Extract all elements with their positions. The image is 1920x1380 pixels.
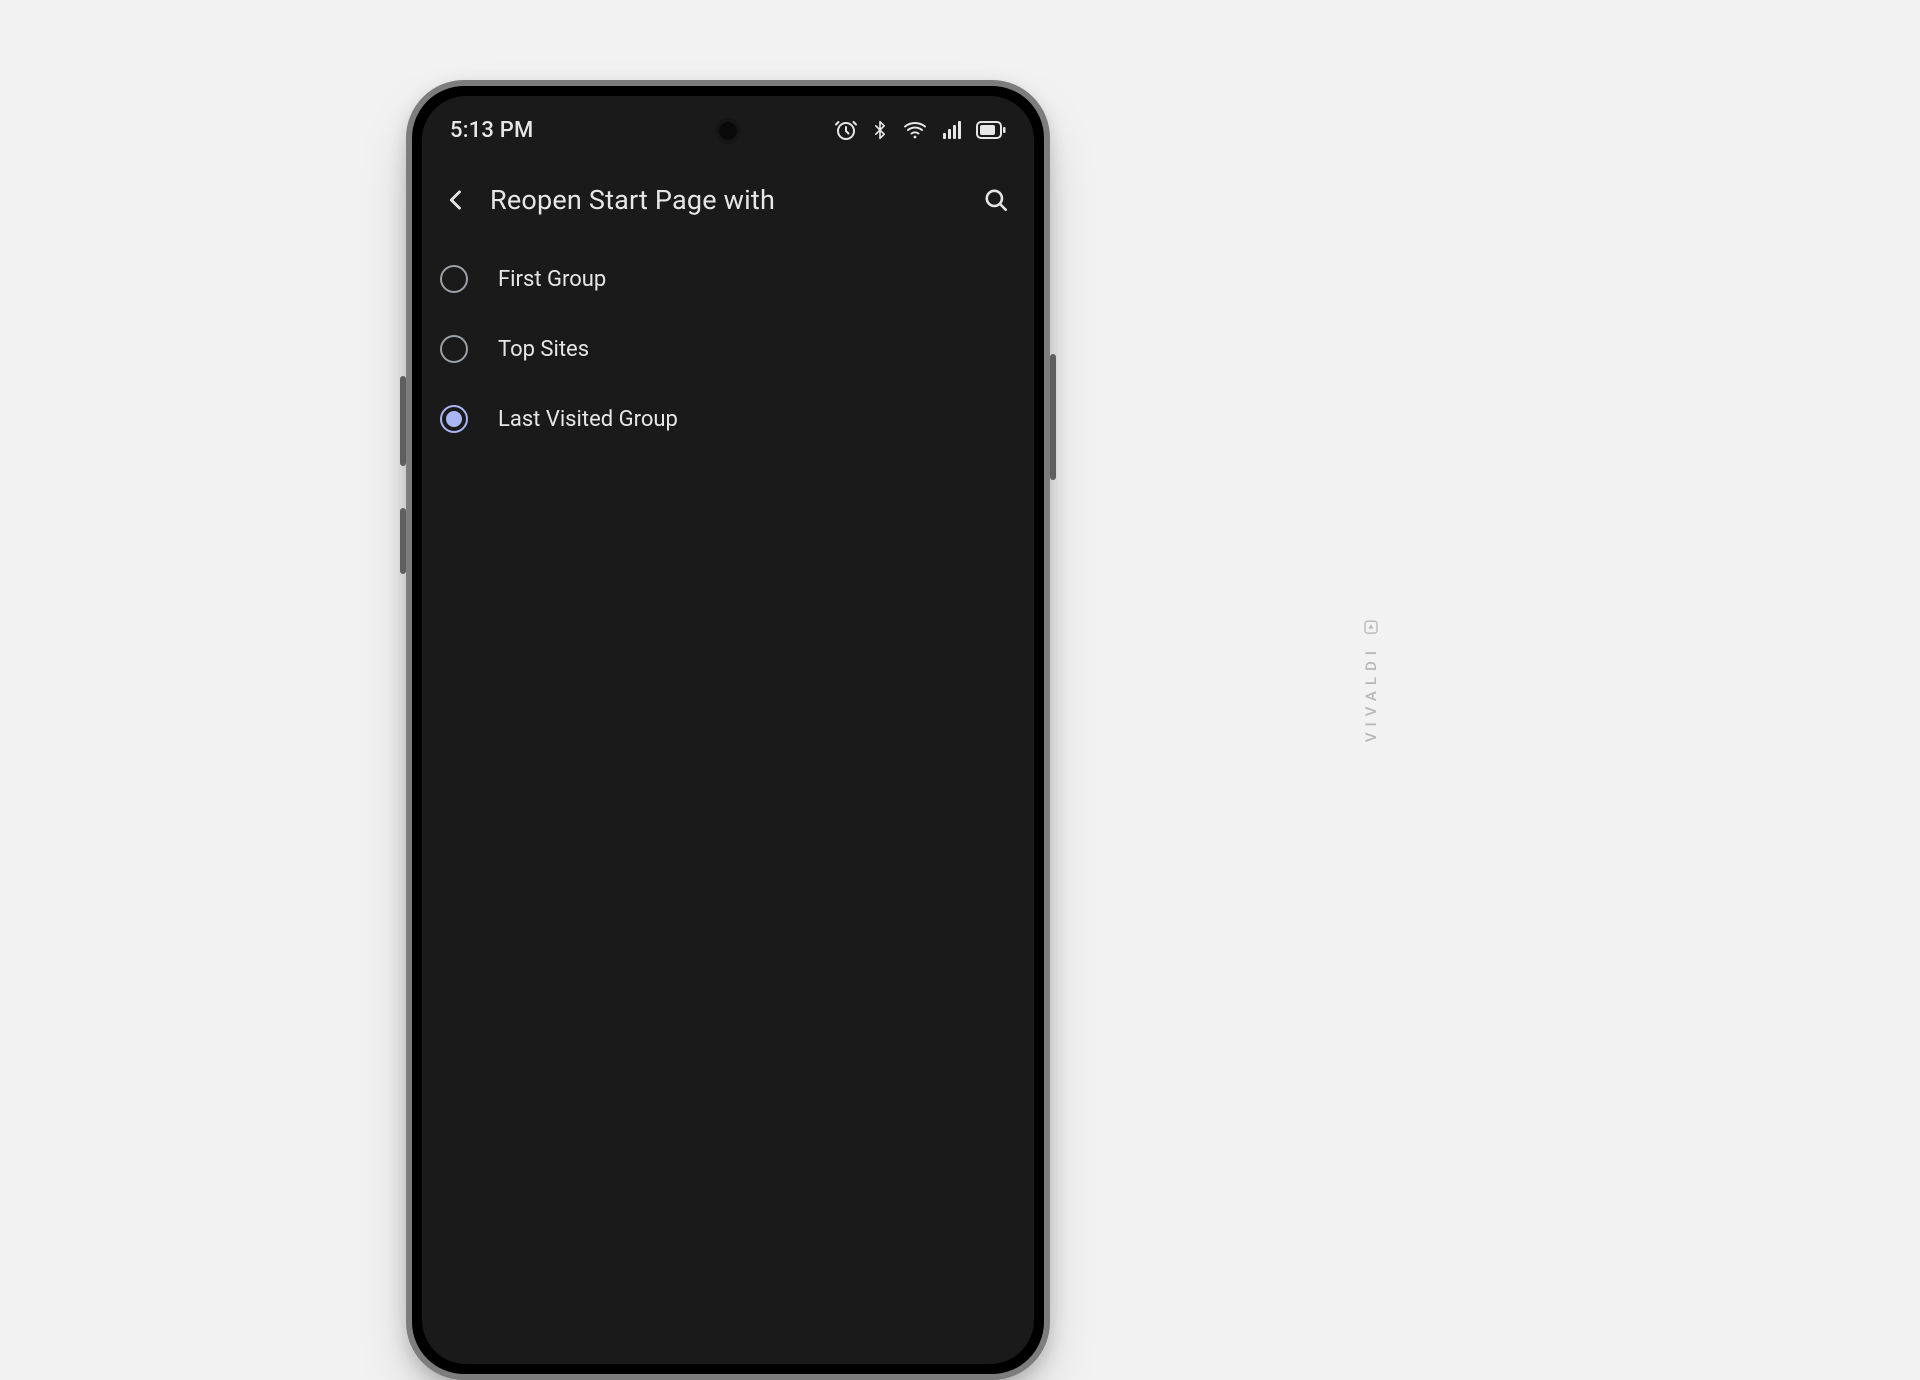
option-label: First Group [498,267,606,292]
option-last-visited-group[interactable]: Last Visited Group [422,384,1034,454]
status-icons [834,118,1006,142]
search-icon [983,187,1009,213]
back-button[interactable] [432,176,480,224]
chevron-left-icon [442,186,470,214]
radio-icon [440,265,468,293]
brand-logo-icon [1363,619,1379,635]
option-label: Top Sites [498,337,589,362]
page-title: Reopen Start Page with [490,184,962,216]
volume-up-button [400,376,406,466]
option-top-sites[interactable]: Top Sites [422,314,1034,384]
status-time: 5:13 PM [450,118,533,143]
bluetooth-icon [870,118,890,142]
app-bar: Reopen Start Page with [422,164,1034,236]
brand-watermark: VIVALDI [1362,619,1380,742]
power-button [1050,354,1056,480]
options-list: First Group Top Sites Last Visited Group [422,236,1034,454]
option-first-group[interactable]: First Group [422,244,1034,314]
volume-down-button [400,508,406,574]
alarm-icon [834,118,858,142]
wifi-icon [902,118,928,142]
brand-text: VIVALDI [1362,645,1380,742]
phone-frame: 5:13 PM [406,80,1050,1380]
search-button[interactable] [972,176,1020,224]
radio-icon [440,335,468,363]
signal-icon [940,118,964,142]
option-label: Last Visited Group [498,407,678,432]
battery-icon [976,120,1006,140]
radio-icon [440,405,468,433]
camera-punch-hole [715,118,741,144]
phone-screen: 5:13 PM [422,96,1034,1364]
